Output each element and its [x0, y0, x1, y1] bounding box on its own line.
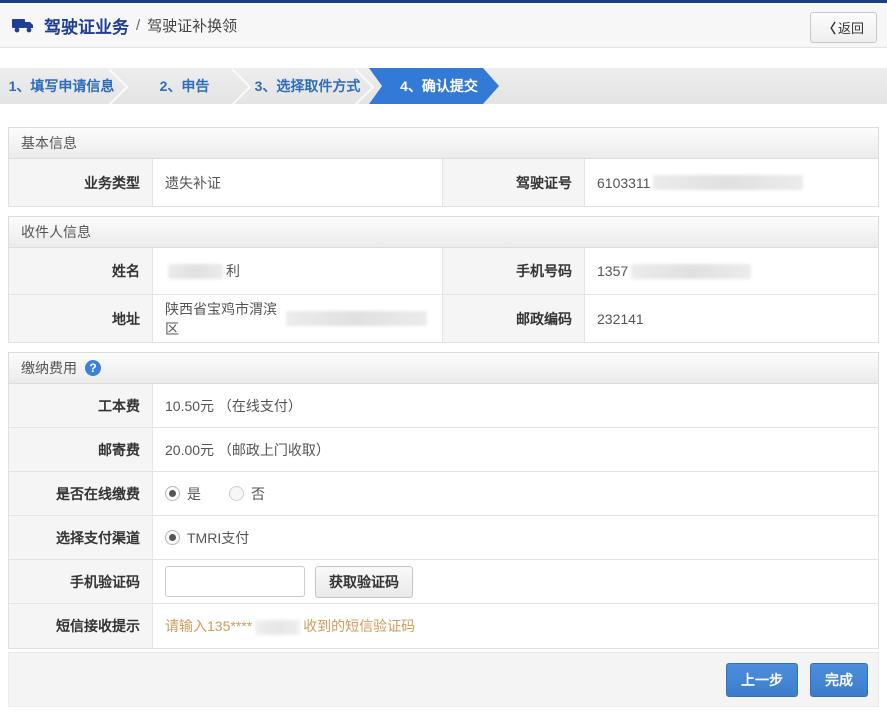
mail-fee-label: 邮寄费	[9, 428, 153, 472]
recipient-info-title: 收件人信息	[21, 222, 91, 242]
business-type-value: 遗失补证	[153, 159, 443, 206]
truck-icon	[12, 16, 36, 34]
cost-fee-label: 工本费	[9, 384, 153, 428]
get-code-button[interactable]: 获取验证码	[315, 566, 413, 598]
section-recipient-info: 收件人信息 姓名 利 手机号码 1357 地址 陕西省宝鸡市渭滨区 邮政编码 2…	[8, 216, 879, 343]
recipient-info-table: 姓名 利 手机号码 1357 地址 陕西省宝鸡市渭滨区 邮政编码 232141	[8, 248, 879, 343]
breadcrumb-current: 驾驶证补换领	[147, 15, 237, 36]
phone-label: 手机号码	[443, 248, 585, 295]
redaction-block	[631, 264, 751, 279]
sms-hint-value: 请输入135****收到的短信验证码	[153, 604, 878, 648]
radio-option-tmri[interactable]: TMRI支付	[165, 528, 249, 548]
sms-code-field: 获取验证码	[153, 560, 878, 604]
radio-label: TMRI支付	[187, 528, 249, 548]
radio-checked-icon[interactable]	[165, 486, 180, 501]
postcode-value: 232141	[585, 295, 878, 342]
payment-title: 缴纳费用	[21, 358, 77, 378]
redaction-block	[255, 620, 300, 635]
help-icon[interactable]: ?	[85, 360, 101, 376]
license-number-value: 6103311	[585, 159, 878, 206]
basic-info-header: 基本信息	[8, 127, 879, 159]
redaction-block	[286, 311, 427, 326]
payment-table: 工本费 10.50元 （在线支付） 邮寄费 20.00元 （邮政上门收取） 是否…	[8, 384, 879, 649]
tab-step-3[interactable]: 3、选择取件方式	[246, 68, 369, 104]
sms-hint-label: 短信接收提示	[9, 604, 153, 648]
address-value: 陕西省宝鸡市渭滨区	[153, 295, 443, 342]
back-button-label: 返回	[838, 21, 864, 36]
finish-button[interactable]: 完成	[810, 663, 868, 697]
radio-label: 否	[251, 484, 265, 504]
mail-fee-value: 20.00元 （邮政上门收取）	[153, 428, 878, 472]
chevron-left-icon: 〈	[823, 21, 836, 36]
pay-channel-options: TMRI支付	[153, 516, 878, 560]
step-tabs: 1、填写申请信息 2、申告 3、选择取件方式 4、确认提交	[0, 68, 887, 104]
address-label: 地址	[9, 295, 153, 342]
footer-action-bar: 上一步 完成	[8, 652, 879, 707]
name-value: 利	[153, 248, 443, 295]
basic-info-table: 业务类型 遗失补证 驾驶证号 6103311	[8, 159, 879, 207]
cost-fee-value: 10.50元 （在线支付）	[153, 384, 878, 428]
previous-step-button[interactable]: 上一步	[726, 663, 798, 697]
page-title: 驾驶证业务	[44, 13, 129, 38]
tab-step-4-active[interactable]: 4、确认提交	[369, 68, 499, 104]
phone-value: 1357	[585, 248, 878, 295]
back-button[interactable]: 〈返回	[810, 12, 877, 43]
radio-unchecked-icon[interactable]	[229, 486, 244, 501]
tab-step-2[interactable]: 2、申告	[123, 68, 246, 104]
name-label: 姓名	[9, 248, 153, 295]
redaction-block	[653, 175, 803, 190]
sms-hint-text: 请输入135****收到的短信验证码	[165, 616, 415, 636]
recipient-info-header: 收件人信息	[8, 216, 879, 248]
radio-option-no[interactable]: 否	[229, 484, 265, 504]
radio-label: 是	[187, 484, 201, 504]
section-payment: 缴纳费用 ? 工本费 10.50元 （在线支付） 邮寄费 20.00元 （邮政上…	[8, 352, 879, 649]
pay-online-label: 是否在线缴费	[9, 472, 153, 516]
section-basic-info: 基本信息 业务类型 遗失补证 驾驶证号 6103311	[8, 127, 879, 207]
tab-step-1[interactable]: 1、填写申请信息	[0, 68, 123, 104]
business-type-label: 业务类型	[9, 159, 153, 206]
sms-code-input[interactable]	[165, 566, 305, 597]
payment-header: 缴纳费用 ?	[8, 352, 879, 384]
sms-code-label: 手机验证码	[9, 560, 153, 604]
radio-checked-icon[interactable]	[165, 530, 180, 545]
breadcrumb-separator: /	[136, 17, 140, 34]
postcode-label: 邮政编码	[443, 295, 585, 342]
license-number-label: 驾驶证号	[443, 159, 585, 206]
pay-online-options: 是 否	[153, 472, 878, 516]
redaction-block	[168, 264, 223, 279]
basic-info-title: 基本信息	[21, 133, 77, 153]
page-header: 驾驶证业务 / 驾驶证补换领 〈返回	[0, 3, 887, 48]
radio-option-yes[interactable]: 是	[165, 484, 201, 504]
pay-channel-label: 选择支付渠道	[9, 516, 153, 560]
